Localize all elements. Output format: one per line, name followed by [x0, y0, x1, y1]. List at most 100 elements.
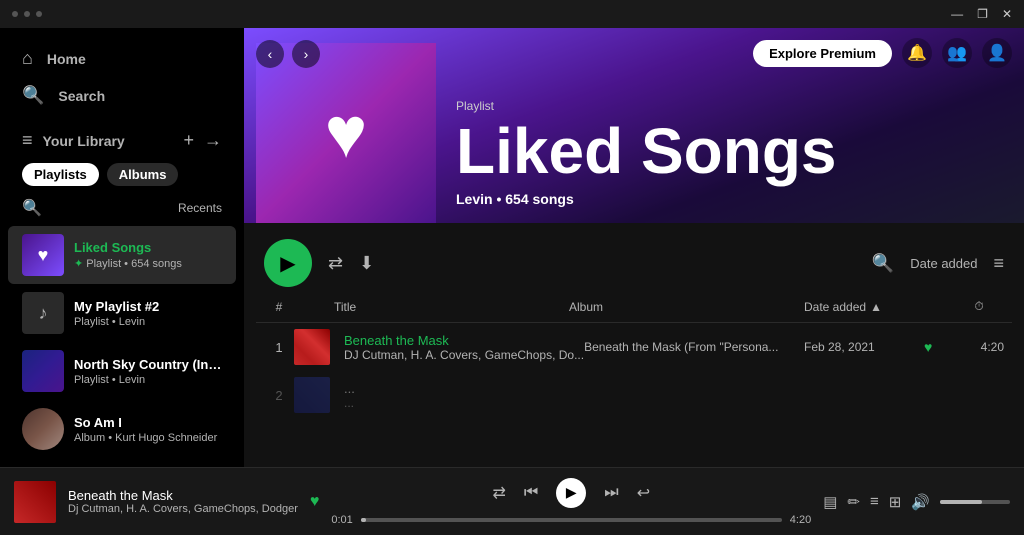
- player-shuffle-icon[interactable]: ⇄: [492, 483, 505, 503]
- so-am-i-name: So Am I: [74, 415, 222, 430]
- col-num-header: #: [264, 300, 294, 314]
- library-list: ♥ Liked Songs ✦ Playlist • 654 songs ♪: [8, 226, 236, 467]
- minimize-button[interactable]: —: [951, 7, 963, 21]
- my-playlist-2-sub: Playlist • Levin: [74, 316, 222, 328]
- liked-songs-thumb: ♥: [22, 234, 64, 276]
- hero-top-right: Explore Premium 🔔 👥 👤: [753, 38, 1012, 68]
- recents-label[interactable]: Recents: [178, 201, 222, 215]
- col-album-header: Album: [569, 300, 804, 314]
- player-like-button[interactable]: ♥: [310, 493, 320, 511]
- library-item-liked-songs[interactable]: ♥ Liked Songs ✦ Playlist • 654 songs: [8, 226, 236, 284]
- hero-info: Playlist Liked Songs Levin • 654 songs: [436, 99, 1024, 223]
- track-artwork: [294, 329, 330, 365]
- hero-banner: ‹ › Explore Premium 🔔 👥 👤 ♥ Playlist Lik…: [244, 28, 1024, 223]
- my-playlist-2-name: My Playlist #2: [74, 299, 222, 314]
- sort-label[interactable]: Date added: [910, 256, 977, 271]
- my-playlist-2-thumb: ♪: [22, 292, 64, 334]
- back-button[interactable]: ‹: [256, 40, 284, 68]
- col-date-header[interactable]: Date added ▲: [804, 300, 924, 314]
- volume-icon[interactable]: 🔊: [911, 493, 930, 511]
- filter-albums-button[interactable]: Albums: [107, 163, 179, 186]
- close-button[interactable]: ✕: [1002, 7, 1012, 21]
- library-section: ≡ Your Library + → Playlists Albums 🔍 Re…: [0, 122, 244, 467]
- search-tracks-icon[interactable]: 🔍: [872, 253, 894, 274]
- player-prev-icon[interactable]: ⏮: [524, 484, 538, 502]
- table-row[interactable]: 1 Beneath the Mask DJ Cutman, H. A. Cove…: [256, 323, 1012, 371]
- track-art-img: [294, 329, 330, 365]
- library-item-my-playlist-2[interactable]: ♪ My Playlist #2 Playlist • Levin: [8, 284, 236, 342]
- player-track-info: Beneath the Mask Dj Cutman, H. A. Covers…: [68, 488, 298, 515]
- player-repeat-icon[interactable]: ↩: [637, 483, 650, 503]
- north-sky-sub: Playlist • Levin: [74, 374, 222, 386]
- lyrics-icon[interactable]: ≡: [870, 493, 879, 510]
- shuffle-icon[interactable]: ⇄: [328, 253, 343, 274]
- so-am-i-sub: Album • Kurt Hugo Schneider: [74, 432, 222, 444]
- social-button[interactable]: 👥: [942, 38, 972, 68]
- library-search-icon[interactable]: 🔍: [22, 198, 42, 218]
- queue-icon[interactable]: ▤: [823, 493, 837, 511]
- player-current-time: 0:01: [331, 514, 352, 526]
- liked-songs-thumb-bg: ♥: [22, 234, 64, 276]
- devices-icon[interactable]: ✏: [847, 493, 860, 511]
- library-item-north-sky[interactable]: North Sky Country (In-Game) Playlist • L…: [8, 342, 236, 400]
- sidebar-nav: ⌂ Home 🔍 Search: [0, 28, 244, 122]
- profile-button[interactable]: 👤: [982, 38, 1012, 68]
- list-view-icon[interactable]: ≡: [993, 253, 1004, 274]
- library-search-row: 🔍 Recents: [8, 194, 236, 226]
- titlebar-dot-3: [36, 11, 42, 17]
- sidebar-item-search[interactable]: 🔍 Search: [8, 77, 236, 114]
- sidebar-item-home[interactable]: ⌂ Home: [8, 40, 236, 77]
- home-icon: ⌂: [22, 48, 33, 69]
- sidebar-item-search-label: Search: [58, 88, 105, 104]
- hero-song-count: 654 songs: [505, 191, 573, 207]
- notifications-button[interactable]: 🔔: [902, 38, 932, 68]
- hero-cover: ♥: [256, 43, 436, 223]
- progress-fill: [361, 518, 366, 522]
- titlebar-dot-1: [12, 11, 18, 17]
- player-right-controls: ▤ ✏ ≡ ⊞ 🔊: [823, 493, 1010, 511]
- hero-sub: Levin • 654 songs: [456, 191, 1004, 207]
- track-info: Beneath the Mask DJ Cutman, H. A. Covers…: [334, 333, 584, 362]
- library-title: Your Library: [43, 133, 125, 149]
- col-duration-header: ⏱: [954, 299, 1004, 314]
- download-icon[interactable]: ⬇: [359, 253, 374, 274]
- filter-playlists-button[interactable]: Playlists: [22, 163, 99, 186]
- play-button[interactable]: ▶: [264, 239, 312, 287]
- north-sky-name: North Sky Country (In-Game): [74, 357, 222, 372]
- north-sky-thumb: [22, 350, 64, 392]
- library-add-button[interactable]: +: [183, 130, 194, 151]
- library-expand-button[interactable]: →: [204, 130, 222, 151]
- explore-premium-button[interactable]: Explore Premium: [753, 40, 892, 67]
- track-heart-icon[interactable]: ♥: [924, 339, 954, 355]
- my-playlist-2-info: My Playlist #2 Playlist • Levin: [74, 299, 222, 328]
- titlebar: — ❐ ✕: [0, 0, 1024, 28]
- track-num: 1: [264, 340, 294, 355]
- search-icon: 🔍: [22, 85, 44, 106]
- library-item-so-am-i[interactable]: So Am I Album • Kurt Hugo Schneider: [8, 400, 236, 458]
- table-row[interactable]: 2 ... ...: [256, 371, 1012, 419]
- hero-type-label: Playlist: [456, 99, 1004, 113]
- hero-title: Liked Songs: [456, 119, 1004, 183]
- titlebar-dot-2: [24, 11, 30, 17]
- track-artwork: [294, 377, 330, 413]
- hero-nav: ‹ ›: [256, 40, 320, 68]
- track-info: ... ...: [334, 381, 569, 410]
- player-track-name: Beneath the Mask: [68, 488, 298, 503]
- player-track-artist: Dj Cutman, H. A. Covers, GameChops, Dodg…: [68, 503, 298, 515]
- liked-songs-info: Liked Songs ✦ Playlist • 654 songs: [74, 240, 222, 270]
- progress-bar[interactable]: [361, 518, 782, 522]
- col-title-header: Title: [334, 300, 569, 314]
- forward-button[interactable]: ›: [292, 40, 320, 68]
- so-am-i-thumb-bg: [22, 408, 64, 450]
- connect-icon[interactable]: ⊞: [889, 493, 902, 511]
- player-next-icon[interactable]: ⏭: [604, 484, 618, 502]
- player-play-button[interactable]: ▶: [556, 478, 586, 508]
- maximize-button[interactable]: ❐: [977, 7, 988, 21]
- north-sky-thumb-bg: [22, 350, 64, 392]
- north-sky-info: North Sky Country (In-Game) Playlist • L…: [74, 357, 222, 386]
- titlebar-controls: — ❐ ✕: [951, 7, 1012, 21]
- liked-songs-name: Liked Songs: [74, 240, 222, 255]
- volume-bar[interactable]: [940, 500, 1010, 504]
- library-actions: + →: [183, 130, 222, 151]
- track-table: # Title Album Date added ▲ ⏱ 1 Beneath t…: [244, 295, 1024, 467]
